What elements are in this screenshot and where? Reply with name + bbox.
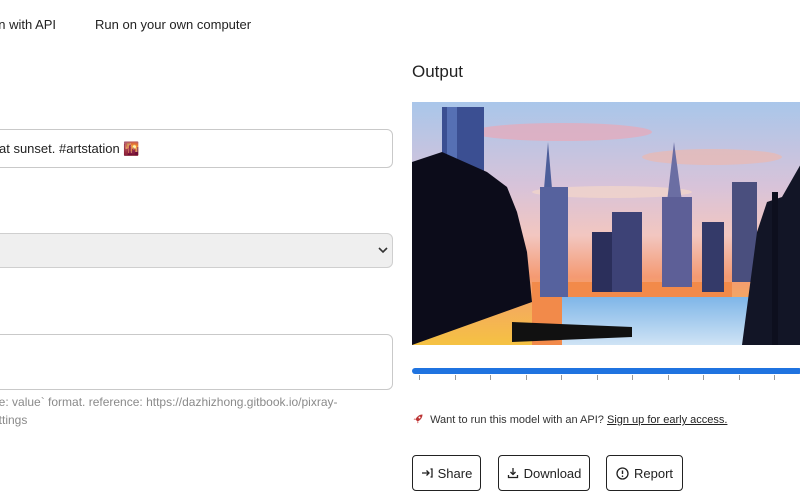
output-title: Output: [412, 62, 464, 81]
tab-run-with-api[interactable]: un with API: [0, 17, 56, 32]
progress-tick: [525, 375, 527, 380]
share-button[interactable]: Share: [412, 455, 481, 491]
share-button-label: Share: [437, 465, 473, 481]
progress-tick: [419, 375, 420, 380]
early-access-link[interactable]: Sign up for early access.: [607, 414, 727, 426]
progress-tick: [490, 375, 491, 380]
share-arrow-icon: [421, 468, 433, 478]
progress-tick: [774, 375, 775, 380]
report-button[interactable]: Report: [606, 455, 683, 491]
alert-circle-icon: [616, 466, 629, 480]
progress-tick: [667, 375, 669, 380]
progress-tick: [561, 375, 562, 380]
api-access-text: Want to run this model with an API?: [430, 414, 604, 426]
download-icon: [507, 468, 518, 479]
progress-tick: [738, 375, 740, 380]
report-button-label: Report: [633, 465, 674, 481]
output-image: [412, 102, 800, 345]
progress-tick: [596, 375, 598, 380]
settings-textarea[interactable]: [0, 334, 393, 390]
progress-ticks: [412, 375, 800, 383]
model-select[interactable]: [0, 233, 393, 268]
settings-help-text-continued: ettings: [0, 413, 28, 427]
settings-help-text: ne: value` format. reference: https://da…: [0, 395, 338, 409]
download-button[interactable]: Download: [498, 455, 590, 491]
api-access-message: Want to run this model with an API? Sign…: [412, 413, 727, 426]
tab-run-locally[interactable]: Run on your own computer: [95, 17, 251, 32]
prompt-input-value: at sunset. #artstation 🌇: [0, 141, 140, 156]
prompt-input[interactable]: at sunset. #artstation 🌇: [0, 129, 393, 168]
progress-tick: [632, 375, 633, 380]
progress-tick: [454, 375, 456, 380]
rocket-icon: [413, 414, 423, 424]
chevron-down-icon: [378, 247, 388, 254]
progress-tick: [703, 375, 704, 380]
download-button-label: Download: [523, 465, 582, 481]
progress-bar: [412, 368, 800, 374]
